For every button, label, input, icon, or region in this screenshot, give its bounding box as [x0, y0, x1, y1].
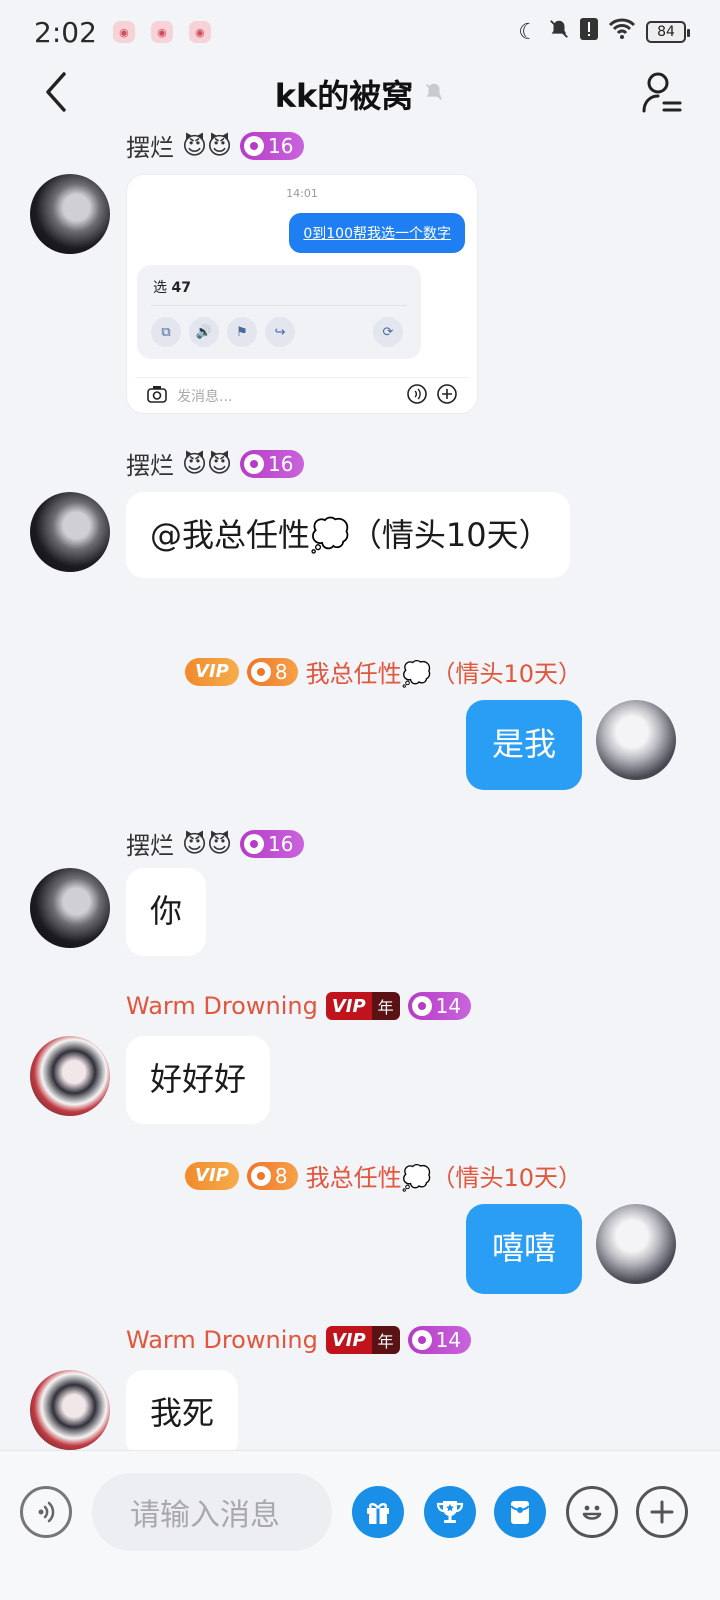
sender-name: Warm Drowning [126, 1326, 318, 1354]
group-name: kk的被窝 [274, 77, 414, 115]
sender-name: 摆烂 [126, 452, 174, 480]
level-badge: 8 [246, 1161, 298, 1190]
chat-messages[interactable]: 摆烂 😈😈 16 14:01 0到100帮我选一个数字 选 47 ⧉ 🔊 ⚑ ↪ [0, 124, 720, 1480]
image-message[interactable]: 14:01 0到100帮我选一个数字 选 47 ⧉ 🔊 ⚑ ↪ ⟳ 发消息... [126, 174, 478, 414]
refresh-icon: ⟳ [373, 317, 403, 347]
notification-icon: ◉ [188, 21, 211, 43]
message-bubble[interactable]: 是我 [465, 700, 582, 790]
message-bubble[interactable]: 我死 [126, 1370, 239, 1458]
camera-icon [147, 385, 167, 407]
sender-row: Warm Drowning VIP 年 14 [126, 992, 472, 1020]
level-badge: 14 [407, 992, 472, 1020]
level-badge: 14 [407, 1326, 472, 1354]
red-packet-icon [510, 1501, 530, 1524]
chevron-left-icon [46, 72, 66, 112]
vip-badge: VIP [185, 657, 239, 686]
person-menu-icon [642, 72, 682, 113]
avatar[interactable] [596, 700, 676, 780]
sender-name: 我总任性💭（情头10天） [305, 660, 582, 688]
level-badge: 16 [240, 131, 304, 160]
avatar[interactable] [596, 1204, 676, 1284]
image-timestamp: 14:01 [286, 187, 318, 200]
bell-off-icon [548, 18, 570, 46]
avatar[interactable] [30, 1370, 110, 1450]
smiley-icon [582, 1505, 602, 1520]
image-reply-card: 选 47 ⧉ 🔊 ⚑ ↪ ⟳ [137, 265, 421, 359]
devil-emoji: 😈😈 [182, 449, 233, 478]
red-packet-button[interactable] [494, 1486, 546, 1538]
level-badge: 16 [240, 449, 304, 478]
bookmark-icon: ⚑ [227, 317, 257, 347]
trophy-icon [436, 1501, 464, 1523]
vip-year-badge: VIP 年 [325, 992, 400, 1020]
image-input-placeholder: 发消息... [177, 388, 233, 405]
wifi-icon [608, 18, 636, 46]
avatar[interactable] [30, 1036, 110, 1116]
copy-icon: ⧉ [151, 317, 181, 347]
sender-row: Warm Drowning VIP 年 14 [126, 1326, 472, 1354]
vip-year-badge: VIP 年 [325, 1326, 400, 1354]
notification-icon: ◉ [150, 21, 173, 43]
dnd-moon-icon: ☾ [518, 19, 538, 45]
battery-icon: 84 [646, 21, 690, 43]
muted-bell-icon [423, 81, 445, 108]
level-badge: 16 [240, 829, 304, 858]
sender-row: 摆烂 😈😈 16 [126, 128, 304, 163]
chat-header: kk的被窝 [0, 64, 720, 124]
avatar[interactable] [30, 492, 110, 572]
image-input-bar: 发消息... [135, 377, 469, 413]
message-bubble[interactable]: @我总任性💭（情头10天） [126, 492, 570, 578]
alert-icon [580, 18, 598, 46]
trophy-button[interactable] [424, 1486, 476, 1538]
gift-button[interactable] [352, 1486, 404, 1538]
message-bubble[interactable]: 你 [126, 868, 207, 956]
more-button[interactable] [636, 1486, 688, 1538]
plus-icon [650, 1500, 674, 1524]
image-question: 0到100帮我选一个数字 [289, 213, 465, 253]
sender-name: 摆烂 [126, 134, 174, 162]
message-bubble[interactable]: 嘻嘻 [465, 1204, 582, 1294]
gift-icon [367, 1503, 389, 1524]
plus-icon [437, 383, 457, 408]
group-settings-button[interactable] [638, 68, 686, 116]
sender-row: VIP 8 我总任性💭（情头10天） [185, 1158, 582, 1193]
sender-name: 摆烂 [126, 832, 174, 860]
status-clock: 2:02 [34, 15, 97, 49]
sender-row: 摆烂 😈😈 16 [126, 446, 304, 481]
voice-wave-icon [38, 1501, 55, 1523]
devil-emoji: 😈😈 [182, 829, 233, 858]
devil-emoji: 😈😈 [182, 131, 233, 160]
message-input[interactable]: 请输入消息 [92, 1473, 332, 1551]
message-bubble[interactable]: 好好好 [126, 1036, 271, 1124]
status-bar: 2:02 ◉ ◉ ◉ ☾ 84 [0, 0, 720, 64]
share-icon: ↪ [265, 317, 295, 347]
back-button[interactable] [34, 70, 78, 114]
speaker-icon: 🔊 [189, 317, 219, 347]
voice-button[interactable] [20, 1486, 72, 1538]
page-title: kk的被窝 [275, 71, 446, 117]
notification-icon: ◉ [112, 21, 135, 43]
sender-row: 摆烂 😈😈 16 [126, 826, 304, 861]
image-reply-text: 选 47 [153, 280, 191, 296]
sender-name: 我总任性💭（情头10天） [305, 1164, 582, 1192]
level-badge: 8 [246, 657, 298, 686]
sender-name: Warm Drowning [126, 992, 318, 1020]
avatar[interactable] [30, 174, 110, 254]
voice-wave-icon [407, 383, 427, 408]
composer-bar: 请输入消息 [0, 1450, 720, 1600]
vip-badge: VIP [185, 1161, 239, 1190]
avatar[interactable] [30, 868, 110, 948]
sender-row: VIP 8 我总任性💭（情头10天） [185, 654, 582, 689]
emoji-button[interactable] [566, 1486, 618, 1538]
